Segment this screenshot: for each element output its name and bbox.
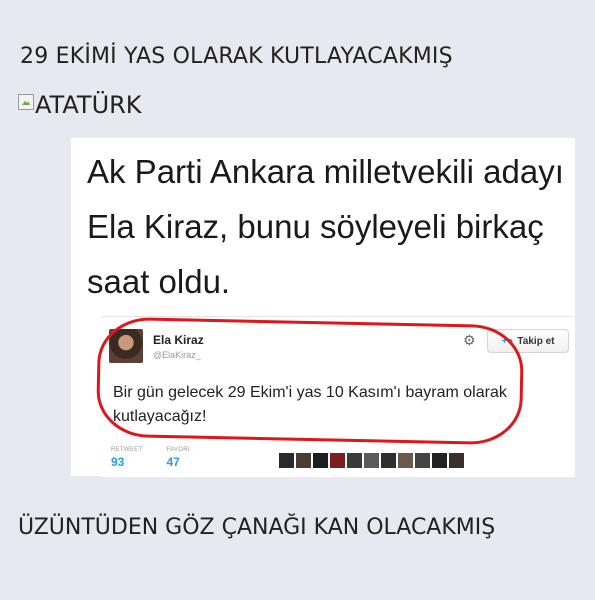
follow-button-label: Takip et xyxy=(517,335,555,347)
favoriter-avatar xyxy=(364,453,379,468)
screenshot-headline: Ak Parti Ankara milletvekili adayı Ela K… xyxy=(87,153,564,300)
follow-button: +● Takip et xyxy=(487,329,569,353)
tweet-author-handle: @ElaKiraz_ xyxy=(153,350,201,360)
favoriter-avatar xyxy=(296,453,311,468)
add-user-icon: +● xyxy=(501,335,514,347)
favoriter-avatar xyxy=(449,453,464,468)
tweet-screenshot-image: Ak Parti Ankara milletvekili adayı Ela K… xyxy=(71,138,575,477)
image-alt-text: ATATÜRK xyxy=(35,91,142,119)
tweet-text: Bir gün gelecek 29 Ekim'i yas 10 Kasım'ı… xyxy=(113,384,507,425)
favoriter-avatar xyxy=(415,453,430,468)
favoriter-avatar xyxy=(279,453,294,468)
favoriter-avatar xyxy=(381,453,396,468)
embedded-tweet: Ela Kiraz @ElaKiraz_ ⚙ +● Takip et Bir g… xyxy=(95,316,575,477)
favorite-stat: FAVORI 47 xyxy=(166,447,189,469)
retweet-label: RETWEET xyxy=(111,447,143,453)
broken-image: ATATÜRK xyxy=(18,90,142,120)
tweet-stats: RETWEET 93 FAVORI 47 xyxy=(111,447,190,469)
favoriter-avatar xyxy=(347,453,362,468)
retweet-stat: RETWEET 93 xyxy=(111,447,142,469)
post-heading: 29 EKİMİ YAS OLARAK KUTLAYACAKMIŞ xyxy=(20,44,453,69)
favorite-count: 47 xyxy=(166,455,180,469)
broken-image-icon xyxy=(18,94,34,110)
post-footer-text: ÜZÜNTÜDEN GÖZ ÇANAĞI KAN OLACAKMIŞ xyxy=(18,515,496,540)
favoriter-avatars xyxy=(279,453,464,468)
favorite-label: FAVORI xyxy=(166,447,190,453)
avatar xyxy=(109,329,143,363)
favoriter-avatar xyxy=(432,453,447,468)
favoriter-avatar xyxy=(313,453,328,468)
retweet-count: 93 xyxy=(111,455,125,469)
favoriter-avatar xyxy=(330,453,345,468)
favoriter-avatar xyxy=(398,453,413,468)
tweet-author-name: Ela Kiraz xyxy=(153,333,204,347)
gear-icon: ⚙ xyxy=(463,333,476,349)
